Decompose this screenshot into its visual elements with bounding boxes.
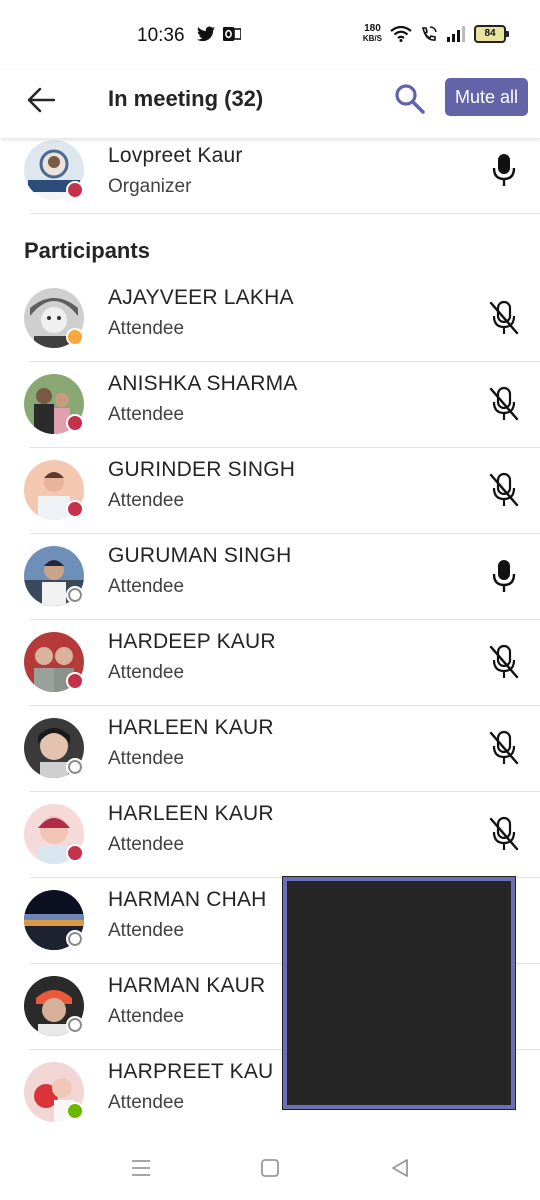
presence-busy-icon xyxy=(66,672,84,690)
signal-icon xyxy=(447,26,465,42)
menu-icon[interactable] xyxy=(129,1156,153,1180)
participant-row[interactable]: HARLEEN KAUR Attendee xyxy=(0,706,540,792)
presence-busy-icon xyxy=(66,844,84,862)
twitter-icon xyxy=(197,26,215,42)
participant-role: Attendee xyxy=(108,662,185,683)
participant-role: Attendee xyxy=(108,1006,185,1027)
participant-name: HARPREET KAU xyxy=(108,1060,274,1083)
battery-icon: 84 xyxy=(474,25,509,43)
participant-name: Lovpreet Kaur xyxy=(108,144,243,167)
participant-role: Attendee xyxy=(108,834,185,855)
participant-name: GURINDER SINGH xyxy=(108,458,296,481)
participant-name: HARDEEP KAUR xyxy=(108,630,276,653)
participant-role: Attendee xyxy=(108,576,185,597)
arrow-left-icon[interactable] xyxy=(24,82,60,118)
participant-name: HARMAN CHAH xyxy=(108,888,267,911)
participant-row[interactable]: HARDEEP KAUR Attendee xyxy=(0,620,540,706)
participant-name: HARMAN KAUR xyxy=(108,974,266,997)
presence-busy-icon xyxy=(66,181,84,199)
participant-role: Attendee xyxy=(108,920,185,941)
participant-role: Attendee xyxy=(108,404,185,425)
back-triangle-icon[interactable] xyxy=(388,1156,412,1180)
wifi-icon xyxy=(390,26,412,42)
microphone-off-icon xyxy=(489,472,519,507)
system-nav-bar xyxy=(0,1134,540,1200)
participant-name: HARLEEN KAUR xyxy=(108,716,274,739)
video-preview-overlay[interactable] xyxy=(283,877,515,1109)
microphone-off-icon xyxy=(489,644,519,679)
microphone-off-icon xyxy=(489,730,519,765)
organizer-row[interactable]: Lovpreet Kaur Organizer xyxy=(0,138,540,214)
microphone-off-icon xyxy=(489,300,519,335)
participant-role: Organizer xyxy=(108,176,192,197)
mute-all-button[interactable]: Mute all xyxy=(445,78,528,116)
status-time: 10:36 xyxy=(137,25,185,46)
participant-name: GURUMAN SINGH xyxy=(108,544,292,567)
participant-row[interactable]: GURUMAN SINGH Attendee xyxy=(0,534,540,620)
home-icon[interactable] xyxy=(258,1156,282,1180)
participant-name: AJAYVEER LAKHA xyxy=(108,286,294,309)
status-bar: 10:36 180 KB/S 84 xyxy=(0,0,540,70)
participant-row[interactable]: GURINDER SINGH Attendee xyxy=(0,448,540,534)
search-icon[interactable] xyxy=(392,81,428,117)
microphone-off-icon xyxy=(489,816,519,851)
presence-busy-icon xyxy=(66,414,84,432)
presence-offline-icon xyxy=(66,758,84,776)
participant-role: Attendee xyxy=(108,490,185,511)
presence-busy-icon xyxy=(66,500,84,518)
page-title: In meeting (32) xyxy=(108,86,264,111)
net-speed: 180 KB/S xyxy=(362,23,382,44)
participant-role: Attendee xyxy=(108,1092,185,1113)
participant-name: ANISHKA SHARMA xyxy=(108,372,298,395)
section-title-participants: Participants xyxy=(24,238,150,263)
microphone-icon xyxy=(492,154,516,186)
presence-available-icon xyxy=(66,1102,84,1120)
participant-list: Lovpreet Kaur Organizer Participants AJA… xyxy=(0,138,540,1136)
presence-offline-icon xyxy=(66,586,84,604)
microphone-icon xyxy=(492,560,516,592)
participant-role: Attendee xyxy=(108,318,185,339)
outlook-icon xyxy=(223,27,241,41)
microphone-off-icon xyxy=(489,386,519,421)
presence-offline-icon xyxy=(66,930,84,948)
presence-away-icon xyxy=(66,328,84,346)
participant-row[interactable]: ANISHKA SHARMA Attendee xyxy=(0,362,540,448)
participant-name: HARLEEN KAUR xyxy=(108,802,274,825)
participant-row[interactable]: AJAYVEER LAKHA Attendee xyxy=(0,276,540,362)
meeting-header: In meeting (32) Mute all xyxy=(0,70,540,138)
participant-role: Attendee xyxy=(108,748,185,769)
participant-row[interactable]: HARLEEN KAUR Attendee xyxy=(0,792,540,878)
divider xyxy=(30,213,540,214)
wifi-call-icon xyxy=(421,26,437,41)
presence-offline-icon xyxy=(66,1016,84,1034)
